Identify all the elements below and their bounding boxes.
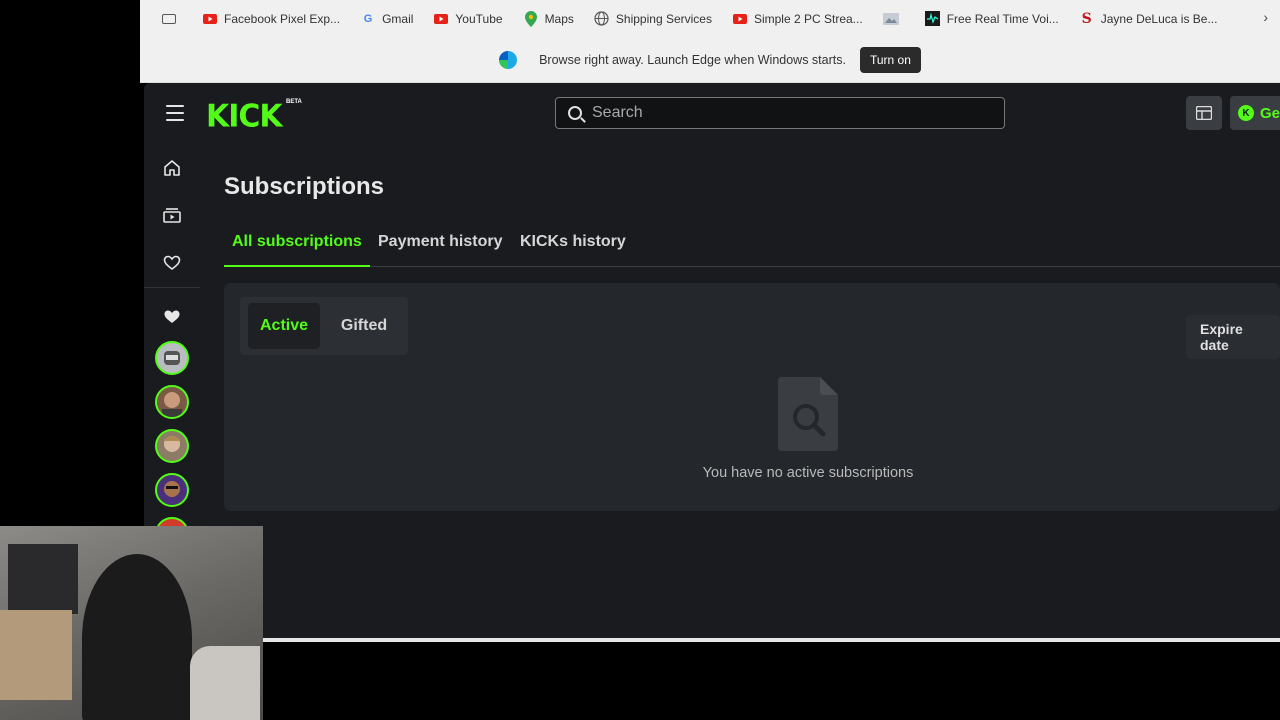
youtube-icon — [202, 11, 218, 27]
bookmark-item[interactable]: YouTube — [423, 5, 512, 33]
bookmarks-bar: Facebook Pixel Exp... G Gmail YouTube Ma… — [140, 0, 1280, 37]
s-logo-icon: S — [1081, 10, 1092, 27]
webcam-person — [82, 554, 192, 720]
bookmark-label: Facebook Pixel Exp... — [224, 11, 341, 26]
home-icon[interactable] — [162, 157, 182, 177]
bookmark-label: Maps — [544, 11, 574, 26]
get-kicks-button[interactable]: K Get — [1230, 96, 1280, 130]
webcam-person — [190, 646, 260, 720]
following-icon[interactable] — [162, 253, 182, 273]
bookmark-item[interactable]: S Jayne DeLuca is Be... — [1069, 5, 1228, 33]
chevron-right-icon[interactable]: › — [1263, 9, 1268, 25]
bookmark-label: YouTube — [455, 11, 503, 26]
bookmark-label: Simple 2 PC Strea... — [753, 11, 863, 26]
google-icon: G — [363, 12, 373, 25]
bookmark-item[interactable]: Facebook Pixel Exp... — [192, 5, 350, 33]
beta-badge: BETA — [286, 99, 302, 105]
bookmark-item[interactable]: Simple 2 PC Strea... — [722, 5, 873, 33]
search-icon — [568, 106, 582, 120]
webcam-overlay — [0, 526, 263, 720]
bookmark-item[interactable]: Free Real Time Voi... — [915, 5, 1069, 33]
search-placeholder: Search — [592, 104, 643, 121]
image-icon — [882, 11, 899, 27]
avatar[interactable] — [155, 385, 189, 419]
browse-button[interactable] — [1186, 96, 1222, 130]
tab-all-subscriptions[interactable]: All subscriptions — [232, 233, 362, 251]
bookmark-item[interactable]: G Gmail — [350, 5, 423, 33]
bookmarks-folder-icon[interactable] — [152, 5, 192, 33]
globe-icon — [594, 11, 610, 27]
kick-app: KICK BETA Search K Get — [144, 83, 1280, 640]
bookmark-label: Free Real Time Voi... — [946, 11, 1059, 26]
edge-infobar: Browse right away. Launch Edge when Wind… — [140, 37, 1280, 83]
get-button-label: Get — [1260, 104, 1280, 122]
empty-state-message: You have no active subscriptions — [702, 465, 914, 481]
infobar-message: Browse right away. Launch Edge when Wind… — [539, 52, 846, 67]
active-tab-indicator — [224, 265, 370, 267]
page-title: Subscriptions — [224, 173, 385, 200]
turn-on-button[interactable]: Turn on — [859, 46, 921, 73]
bookmark-label: Jayne DeLuca is Be... — [1100, 11, 1218, 26]
filter-toggle: Active Gifted — [240, 297, 408, 355]
voice-icon — [925, 11, 941, 27]
avatar[interactable] — [155, 429, 189, 463]
webcam-background — [8, 544, 78, 614]
filter-active-button[interactable]: Active — [248, 303, 320, 349]
heart-icon — [162, 307, 182, 327]
screen: Facebook Pixel Exp... G Gmail YouTube Ma… — [0, 0, 1280, 720]
maps-pin-icon — [523, 10, 539, 27]
bookmark-label: Shipping Services — [615, 11, 712, 26]
tab-kicks-history[interactable]: KICKs history — [520, 233, 626, 251]
bookmark-item[interactable] — [873, 5, 915, 33]
menu-icon[interactable] — [166, 105, 184, 121]
bookmark-item[interactable]: Shipping Services — [584, 5, 722, 33]
youtube-icon — [732, 11, 748, 27]
kick-logo[interactable]: KICK — [206, 98, 283, 135]
top-navbar: KICK BETA Search K Get — [144, 83, 1280, 145]
bookmark-item[interactable]: Maps — [513, 5, 584, 33]
tab-payment-history[interactable]: Payment history — [378, 233, 502, 251]
avatar[interactable] — [155, 473, 189, 507]
window-divider — [144, 638, 1280, 642]
webcam-background — [0, 610, 72, 700]
search-input[interactable]: Search — [555, 97, 1005, 129]
avatar[interactable] — [155, 341, 189, 375]
sidebar-divider — [144, 287, 200, 288]
browse-icon[interactable] — [162, 205, 182, 225]
browse-icon — [1196, 106, 1212, 120]
tab-bar: All subscriptions Payment history KICKs … — [224, 229, 1280, 267]
bookmark-label: Gmail — [382, 11, 414, 26]
kick-coin-icon: K — [1238, 105, 1254, 121]
edge-logo-icon — [499, 50, 518, 69]
youtube-icon — [433, 11, 449, 27]
empty-search-document-icon — [778, 377, 838, 451]
subscriptions-panel: Active Gifted Expire date You have no ac… — [224, 283, 1280, 511]
filter-gifted-button[interactable]: Gifted — [328, 303, 400, 349]
sort-expire-date-button[interactable]: Expire date — [1186, 315, 1280, 359]
